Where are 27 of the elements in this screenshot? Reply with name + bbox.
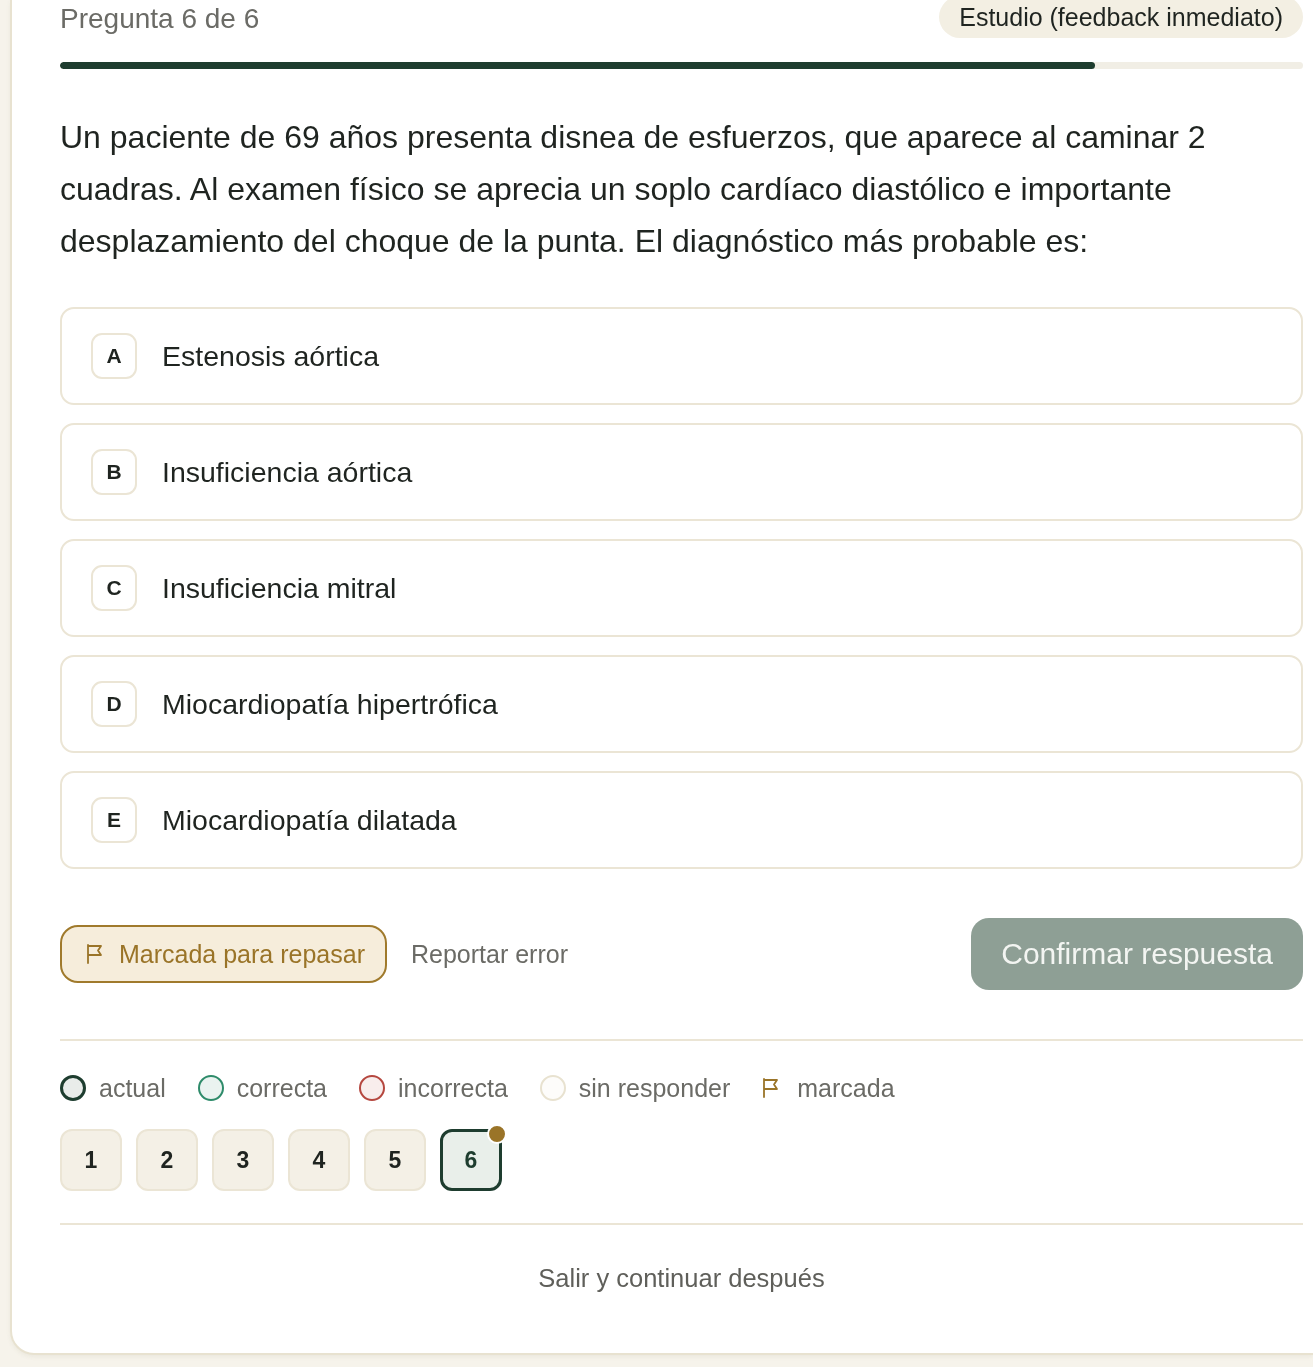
question-text: Un paciente de 69 años presenta disnea de esfuerzos, que aparece al caminar 2 cuadras. Al examen físico se aprecia un soplo cardíaco diastólico e importante desplazamiento del choque de la punta. El diagnóstico más probable es: [60,118,1207,261]
mark-for-review-button[interactable]: Marcada para repasar [60,925,387,983]
question-number-button[interactable]: 2 [136,1129,198,1191]
legend-label: incorrecta [398,1073,508,1103]
question-number-button[interactable]: 1 [60,1129,122,1191]
report-error-link[interactable]: Reportar error [410,939,568,969]
question-number-button[interactable]: 5 [364,1129,426,1191]
legend-label: sin responder [578,1073,731,1103]
legend-label: actual [99,1073,166,1103]
question-number-button[interactable]: 3 [212,1129,274,1191]
answer-option[interactable]: B Insuficiencia aórtica [60,423,1303,521]
option-letter: E [91,797,137,843]
option-letter: C [91,565,137,611]
answer-option[interactable]: A Estenosis aórtica [60,307,1303,405]
flag-icon [86,944,104,964]
answer-option[interactable]: D Miocardiopatía hipertrófica [60,655,1303,753]
question-counter: Pregunta 6 de 6 [60,3,260,35]
legend-label: marcada [797,1073,895,1103]
exit-continue-later-link[interactable]: Salir y continuar después [538,1264,825,1292]
mode-tag: Estudio (feedback inmediato) [939,0,1303,38]
option-letter: B [91,449,137,495]
question-number-button[interactable]: 4 [288,1129,350,1191]
legend-label: correcta [236,1073,328,1103]
answer-option[interactable]: E Miocardiopatía dilatada [60,771,1303,869]
answer-option[interactable]: C Insuficiencia mitral [60,539,1303,637]
option-letter: A [91,333,137,379]
option-letter: D [91,681,137,727]
